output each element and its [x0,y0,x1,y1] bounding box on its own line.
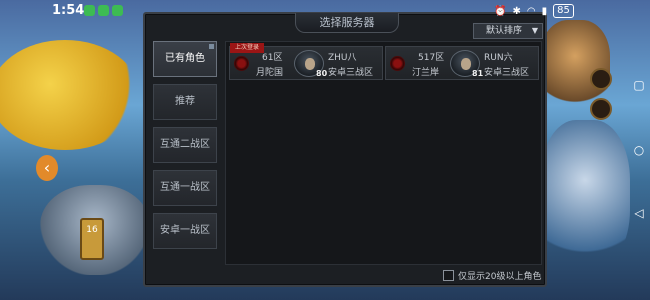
role-level: 81 [472,69,484,78]
wifi-icon: ◠ [526,5,536,17]
tab-label: 互通一战区 [160,182,210,193]
last-login-tag: 上次登录 [230,43,264,53]
tab-interop-zone-1[interactable]: 互通一战区 [153,170,217,206]
notification-icons [84,5,123,16]
server-region: 安卓三战区 [484,68,530,78]
level-filter-label: 仅显示20级以上角色 [458,271,542,282]
server-region: 安卓三战区 [328,68,374,78]
side-arrow-icon[interactable]: ‹ [36,155,58,181]
tab-label: 互通二战区 [160,139,210,150]
server-status-icon [234,56,249,71]
signal-icon: ▮ [541,5,548,17]
navigation-bar: ▢ ○ ◁ [628,0,650,300]
wechat-icon [98,5,109,16]
background-wave [540,120,630,270]
server-name: 汀兰岸 [412,68,440,78]
server-tabs: 已有角色 推荐 互通二战区 互通一战区 安卓一战区 [153,41,217,256]
corner-marker-icon [209,44,214,49]
status-bar: 1:54 ⏰ ✱ ◠ ▮ 85 [0,0,650,22]
recent-apps-icon[interactable]: ▢ [632,78,646,92]
wechat-icon [84,5,95,16]
sort-dropdown[interactable]: 默认排序 ▼ [473,23,543,39]
right-menu-icon[interactable] [590,68,612,90]
role-name: RUN六 [484,53,513,63]
wechat-icon [112,5,123,16]
level-filter-checkbox[interactable] [443,269,454,281]
event-card[interactable]: 16 [80,218,104,260]
tab-android-zone-1[interactable]: 安卓一战区 [153,213,217,249]
tab-existing-roles[interactable]: 已有角色 [153,41,217,77]
server-select-dialog: 选择服务器 默认排序 ▼ 已有角色 推荐 互通二战区 互通一战区 安卓一战区 上… [143,12,547,287]
tab-interop-zone-2[interactable]: 互通二战区 [153,127,217,163]
role-level: 80 [316,69,328,78]
server-zone: 61区 [262,53,283,63]
battery-level: 85 [557,5,570,16]
caret-down-icon: ▼ [531,26,538,35]
server-list: 上次登录 61区 月陀国 80 ZHU八 安卓三战区 517区 汀兰岸 81 R… [225,41,542,265]
role-name: ZHU八 [328,53,357,63]
status-time: 1:54 [52,3,85,18]
server-name: 月陀国 [256,68,284,78]
back-icon[interactable]: ◁ [632,206,646,220]
tab-label: 已有角色 [165,53,205,64]
system-icons: ⏰ ✱ ◠ ▮ 85 [494,4,574,18]
level-filter[interactable]: 仅显示20级以上角色 [443,267,541,283]
alarm-icon: ⏰ [494,5,507,17]
event-card-number: 16 [86,225,98,235]
bluetooth-icon: ✱ [512,5,521,17]
server-card[interactable]: 上次登录 61区 月陀国 80 ZHU八 安卓三战区 [229,43,383,80]
tab-recommended[interactable]: 推荐 [153,84,217,120]
right-menu-icon[interactable] [590,98,612,120]
tab-label: 安卓一战区 [160,225,210,236]
server-zone: 517区 [418,53,445,63]
background-character-right [540,20,610,110]
home-icon[interactable]: ○ [632,143,646,157]
server-card[interactable]: 517区 汀兰岸 81 RUN六 安卓三战区 [385,46,539,80]
battery-icon: 85 [553,4,574,18]
tab-label: 推荐 [175,96,195,107]
server-status-icon [390,56,405,71]
sort-label: 默认排序 [486,26,523,36]
